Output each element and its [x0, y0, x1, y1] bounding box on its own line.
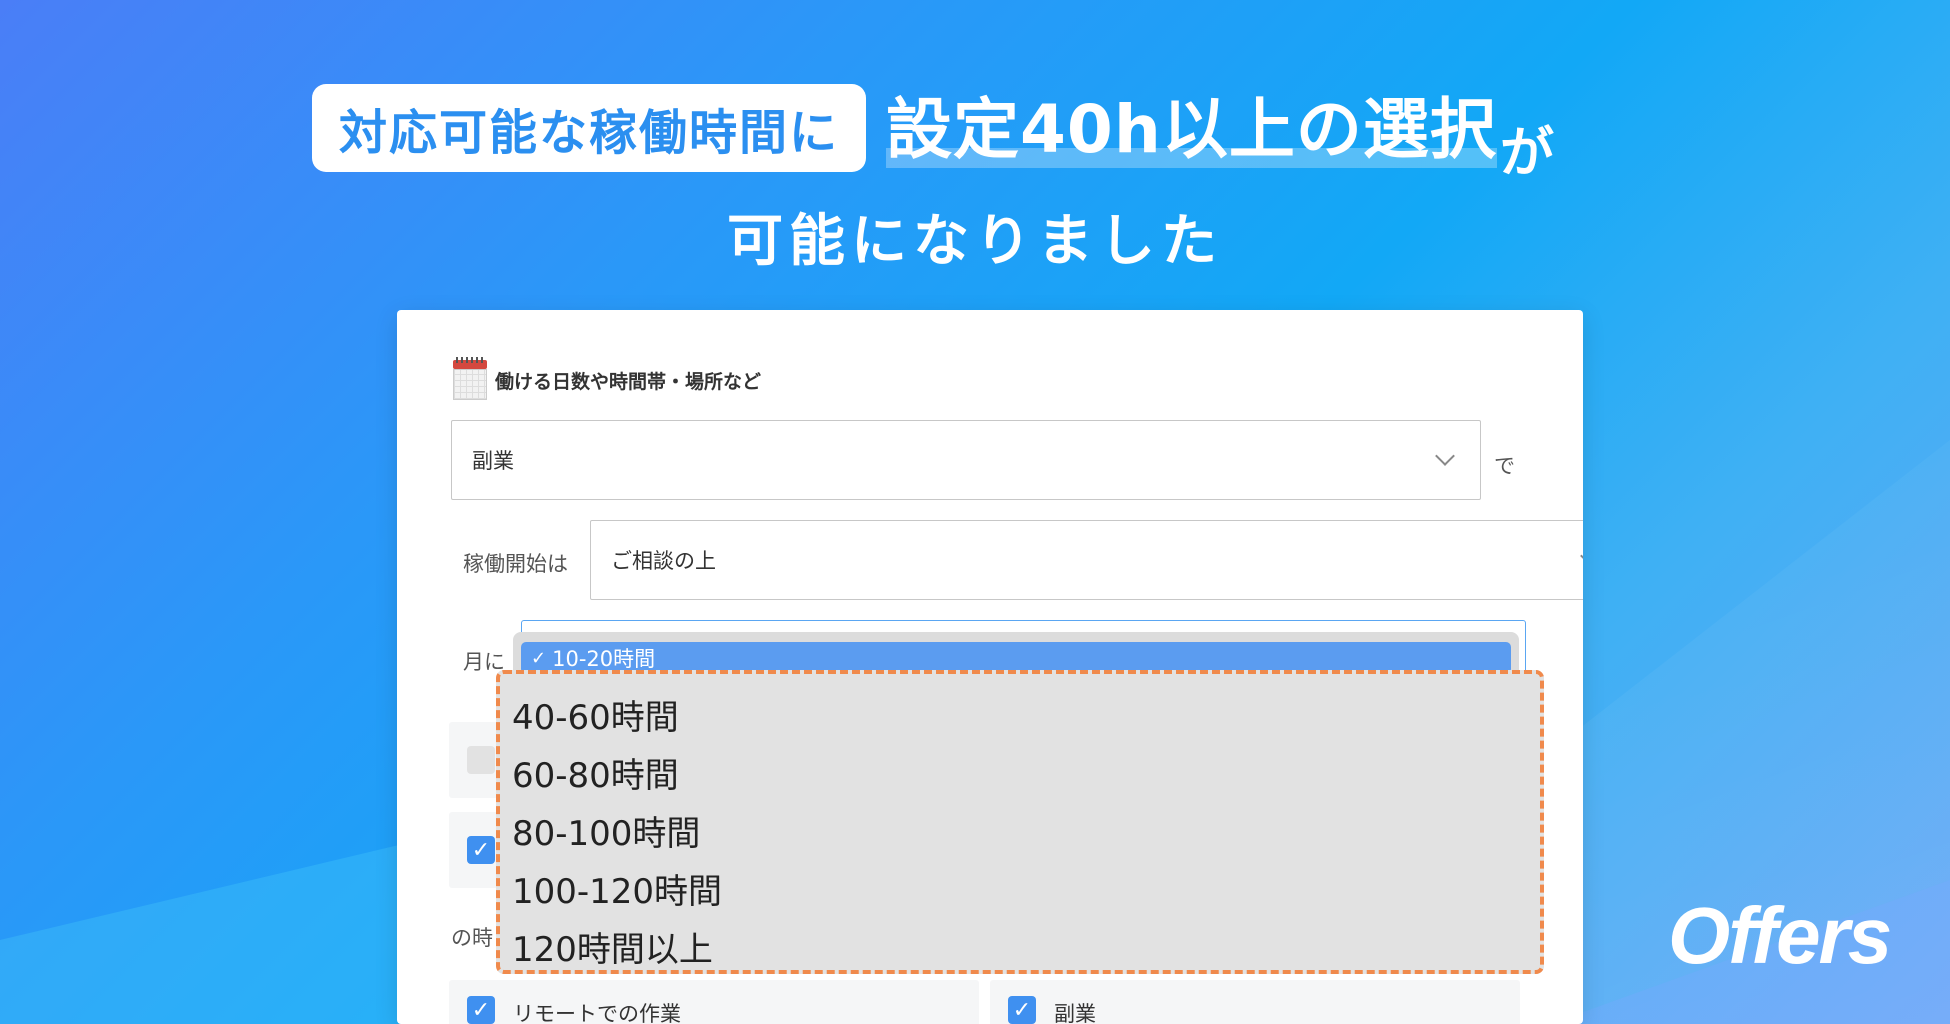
offers-logo: Offers	[1668, 891, 1892, 980]
work-type-value: 副業	[472, 449, 514, 473]
section-title: 働ける日数や時間帯・場所など	[453, 357, 762, 400]
remote-label: リモートでの作業	[513, 1002, 681, 1024]
start-select[interactable]: ご相談の上	[590, 520, 1583, 600]
work-type-select[interactable]: 副業	[451, 420, 1481, 500]
hours-option[interactable]: 120時間以上	[512, 922, 713, 971]
checkmark-icon: ✓	[531, 647, 547, 669]
start-value: ご相談の上	[611, 549, 716, 573]
headline-tail: が	[1500, 121, 1554, 184]
checkbox-remote[interactable]: ✓	[467, 996, 495, 1024]
headline-emphasis: 設定40h以上の選択	[886, 91, 1497, 168]
hours-option[interactable]: 100-120時間	[512, 864, 722, 913]
headline: 対応可能な稼働時間に 設定40h以上の選択 が 可能になりました	[0, 0, 1950, 274]
hours-selected-label: 10-20時間	[552, 647, 656, 671]
work-type-suffix: で	[1494, 454, 1515, 478]
sidejob-label: 副業	[1054, 1002, 1096, 1024]
checkbox-sidejob[interactable]: ✓	[1008, 996, 1036, 1024]
headline-line2: 可能になりました	[727, 209, 1223, 274]
hours-option[interactable]: 60-80時間	[512, 748, 679, 797]
checkbox-checked[interactable]: ✓	[467, 836, 495, 864]
calendar-icon	[453, 357, 487, 400]
checkbox-unchecked[interactable]	[467, 746, 495, 774]
start-label: 稼働開始は	[463, 552, 568, 576]
section-title-text: 働ける日数や時間帯・場所など	[495, 370, 762, 393]
option-row-sidejob: ✓ 副業	[990, 980, 1520, 1024]
option-row-remote: ✓ リモートでの作業	[449, 980, 979, 1024]
headline-pill: 対応可能な稼働時間に	[312, 84, 866, 172]
hours-option[interactable]: 40-60時間	[512, 690, 679, 739]
hours-options-highlight: 40-60時間 60-80時間 80-100時間 100-120時間 120時間…	[496, 670, 1544, 974]
partial-label: の時	[451, 926, 493, 950]
hours-option[interactable]: 80-100時間	[512, 806, 700, 855]
chevron-down-icon	[1435, 446, 1455, 466]
